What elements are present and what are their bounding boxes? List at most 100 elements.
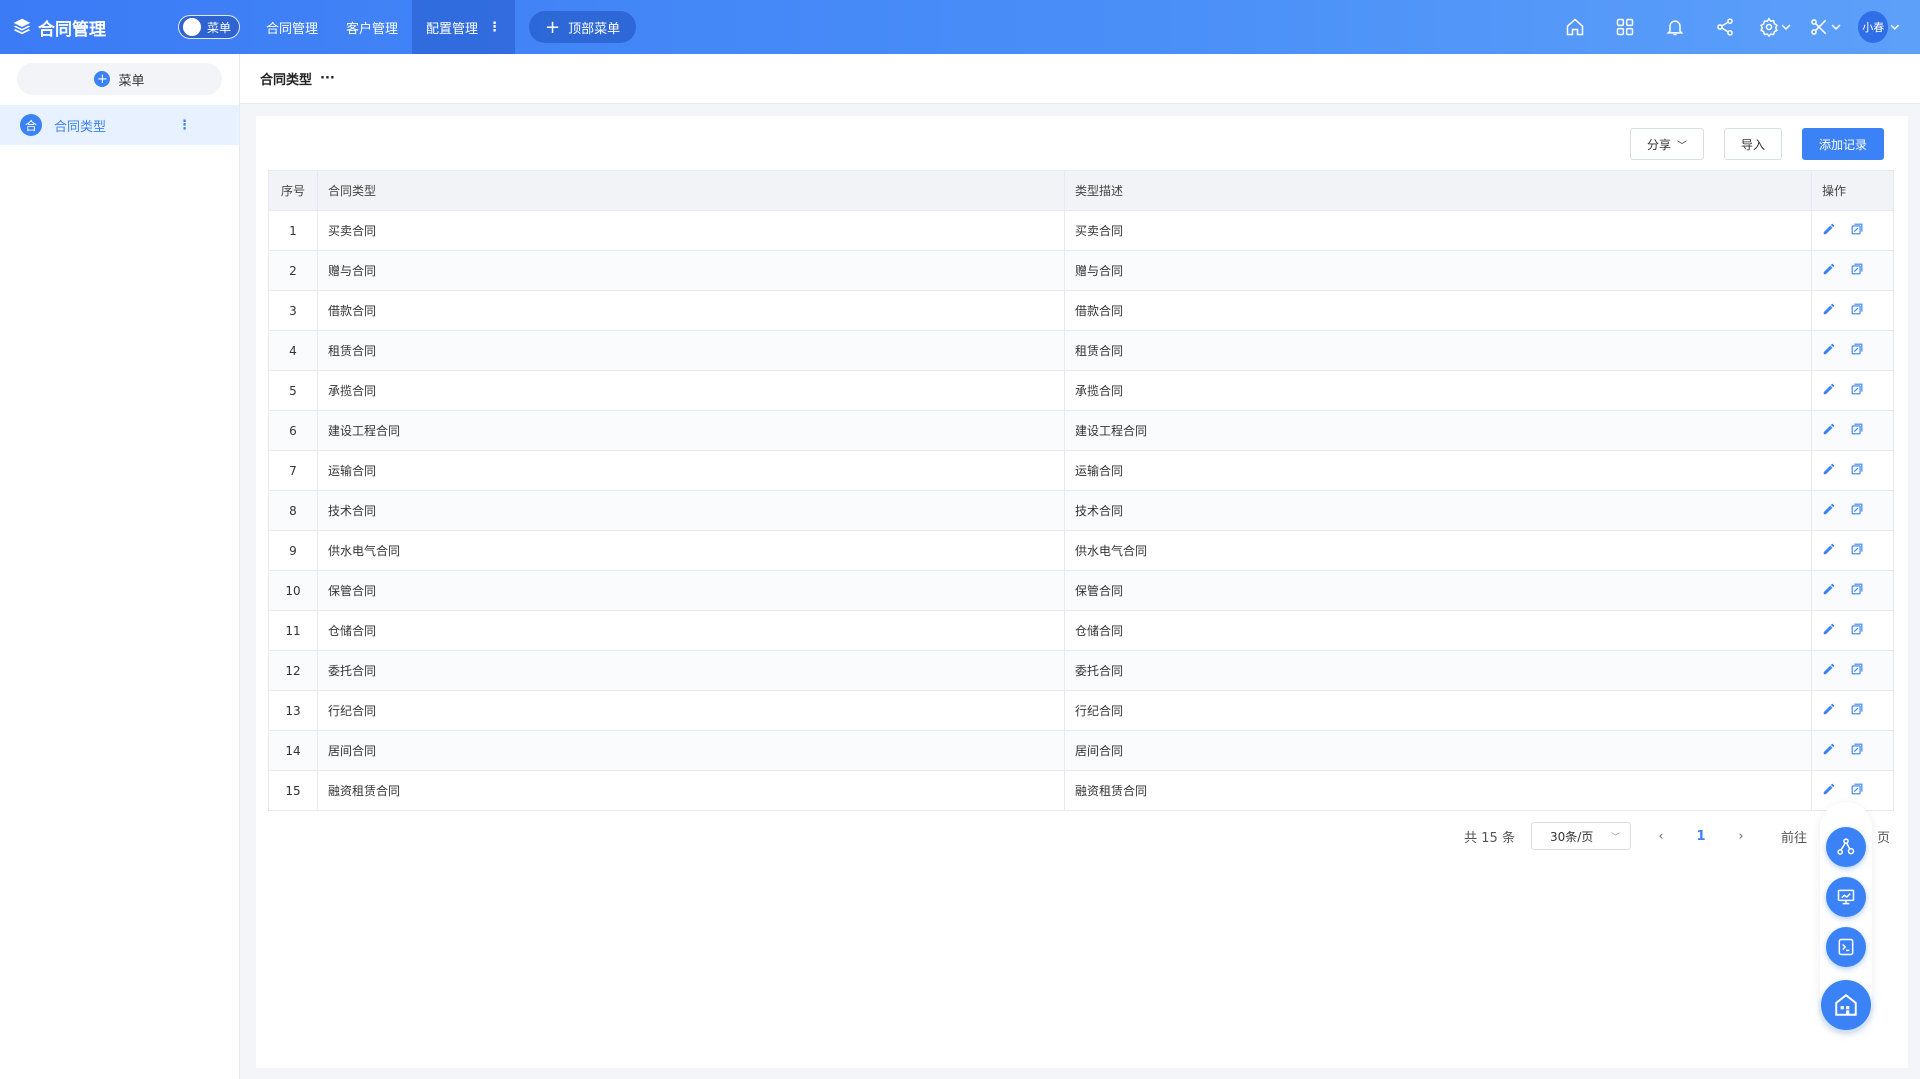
breadcrumb: 合同类型 ··· bbox=[240, 54, 1920, 104]
console-button[interactable] bbox=[1826, 927, 1866, 967]
edit-button[interactable] bbox=[1822, 582, 1836, 599]
table-row[interactable]: 2 赠与合同 赠与合同 bbox=[269, 251, 1893, 291]
copy-icon bbox=[1851, 703, 1863, 715]
copy-button[interactable] bbox=[1850, 382, 1864, 399]
edit-button[interactable] bbox=[1822, 742, 1836, 759]
type-description-cell: 供水电气合同 bbox=[1065, 531, 1812, 570]
share-dropdown-button[interactable]: 分享 ﹀ bbox=[1629, 128, 1704, 160]
column-header[interactable]: 序号 bbox=[269, 171, 318, 210]
nav-customer-management[interactable]: 客户管理 bbox=[332, 0, 412, 54]
add-record-button[interactable]: 添加记录 bbox=[1801, 128, 1884, 160]
table-row[interactable]: 15 融资租赁合同 融资租赁合同 bbox=[269, 771, 1893, 811]
home-button[interactable] bbox=[1550, 0, 1600, 54]
edit-button[interactable] bbox=[1822, 382, 1836, 399]
top-bar: 合同管理 菜单 合同管理 客户管理 配置管理 ⋮ + 顶部菜单 小春 bbox=[0, 0, 1920, 54]
copy-button[interactable] bbox=[1850, 222, 1864, 239]
type-description-cell: 建设工程合同 bbox=[1065, 411, 1812, 450]
table-row[interactable]: 13 行纪合同 行纪合同 bbox=[269, 691, 1893, 731]
copy-icon bbox=[1851, 263, 1863, 275]
edit-button[interactable] bbox=[1822, 662, 1836, 679]
settings-button[interactable] bbox=[1750, 0, 1800, 54]
edit-button[interactable] bbox=[1822, 502, 1836, 519]
edit-button[interactable] bbox=[1822, 222, 1836, 239]
edit-icon bbox=[1823, 663, 1835, 675]
share-button[interactable] bbox=[1700, 0, 1750, 54]
table-row[interactable]: 8 技术合同 技术合同 bbox=[269, 491, 1893, 531]
copy-button[interactable] bbox=[1850, 622, 1864, 639]
copy-button[interactable] bbox=[1850, 662, 1864, 679]
workflow-button[interactable] bbox=[1826, 827, 1866, 867]
import-button[interactable]: 导入 bbox=[1723, 128, 1782, 160]
table-row[interactable]: 11 仓储合同 仓储合同 bbox=[269, 611, 1893, 651]
copy-button[interactable] bbox=[1850, 462, 1864, 479]
copy-button[interactable] bbox=[1850, 342, 1864, 359]
nav-contract-management[interactable]: 合同管理 bbox=[252, 0, 332, 54]
edit-button[interactable] bbox=[1822, 702, 1836, 719]
table-body: 1 买卖合同 买卖合同 2 赠与合同 赠与合同 3 借款合同 借款合同 4 租赁合同 租赁合同 5 承揽合… bbox=[269, 211, 1893, 811]
table-row[interactable]: 3 借款合同 借款合同 bbox=[269, 291, 1893, 331]
next-page-button[interactable]: › bbox=[1721, 829, 1761, 844]
sidebar-item-contract-type[interactable]: 合 合同类型 ⋮ bbox=[0, 105, 239, 145]
contract-type-cell: 居间合同 bbox=[318, 731, 1065, 770]
edit-button[interactable] bbox=[1822, 422, 1836, 439]
edit-button[interactable] bbox=[1822, 622, 1836, 639]
dashboard-button[interactable] bbox=[1826, 877, 1866, 917]
apps-button[interactable] bbox=[1600, 0, 1650, 54]
table-row[interactable]: 7 运输合同 运输合同 bbox=[269, 451, 1893, 491]
copy-button[interactable] bbox=[1850, 422, 1864, 439]
edit-icon bbox=[1823, 783, 1835, 795]
more-vertical-icon[interactable]: ⋮ bbox=[178, 118, 191, 133]
row-number: 15 bbox=[269, 771, 318, 810]
table-row[interactable]: 6 建设工程合同 建设工程合同 bbox=[269, 411, 1893, 451]
table-row[interactable]: 9 供水电气合同 供水电气合同 bbox=[269, 531, 1893, 571]
edit-icon bbox=[1823, 623, 1835, 635]
notifications-button[interactable] bbox=[1650, 0, 1700, 54]
copy-button[interactable] bbox=[1850, 262, 1864, 279]
copy-button[interactable] bbox=[1850, 582, 1864, 599]
nav-config-management[interactable]: 配置管理 ⋮ bbox=[412, 0, 516, 54]
edit-button[interactable] bbox=[1822, 342, 1836, 359]
actions-cell bbox=[1812, 331, 1893, 370]
more-vertical-icon[interactable]: ⋮ bbox=[488, 20, 501, 35]
more-horizontal-icon[interactable]: ··· bbox=[320, 71, 335, 86]
row-number: 3 bbox=[269, 291, 318, 330]
menu-toggle[interactable]: 菜单 bbox=[178, 15, 240, 39]
edit-button[interactable] bbox=[1822, 262, 1836, 279]
edit-button[interactable] bbox=[1822, 782, 1836, 799]
table-row[interactable]: 1 买卖合同 买卖合同 bbox=[269, 211, 1893, 251]
user-menu[interactable]: 小春 bbox=[1850, 0, 1900, 54]
actions-cell bbox=[1812, 251, 1893, 290]
copy-button[interactable] bbox=[1850, 782, 1864, 799]
copy-button[interactable] bbox=[1850, 542, 1864, 559]
copy-button[interactable] bbox=[1850, 702, 1864, 719]
home-fab-button[interactable] bbox=[1821, 980, 1871, 1030]
edit-button[interactable] bbox=[1822, 462, 1836, 479]
current-page[interactable]: 1 bbox=[1681, 829, 1721, 844]
actions-cell bbox=[1812, 371, 1893, 410]
column-header[interactable]: 类型描述 bbox=[1065, 171, 1812, 210]
row-number: 11 bbox=[269, 611, 318, 650]
copy-button[interactable] bbox=[1850, 502, 1864, 519]
type-description-cell: 借款合同 bbox=[1065, 291, 1812, 330]
table-row[interactable]: 10 保管合同 保管合同 bbox=[269, 571, 1893, 611]
copy-button[interactable] bbox=[1850, 302, 1864, 319]
menu-toggle-label: 菜单 bbox=[207, 20, 232, 35]
edit-button[interactable] bbox=[1822, 302, 1836, 319]
table-row[interactable]: 5 承揽合同 承揽合同 bbox=[269, 371, 1893, 411]
table-row[interactable]: 12 委托合同 委托合同 bbox=[269, 651, 1893, 691]
table-row[interactable]: 14 居间合同 居间合同 bbox=[269, 731, 1893, 771]
contract-type-cell: 仓储合同 bbox=[318, 611, 1065, 650]
actions-cell bbox=[1812, 691, 1893, 730]
add-top-menu-button[interactable]: + 顶部菜单 bbox=[529, 11, 637, 43]
contract-type-cell: 运输合同 bbox=[318, 451, 1065, 490]
column-header[interactable]: 合同类型 bbox=[318, 171, 1065, 210]
tools-button[interactable] bbox=[1800, 0, 1850, 54]
app-logo[interactable]: 合同管理 bbox=[12, 15, 162, 40]
sidebar-add-menu-button[interactable]: + 菜单 bbox=[17, 63, 222, 95]
edit-icon bbox=[1823, 223, 1835, 235]
page-size-select[interactable]: 30条/页 ﹀ bbox=[1530, 822, 1631, 850]
prev-page-button[interactable]: ‹ bbox=[1641, 829, 1681, 844]
copy-button[interactable] bbox=[1850, 742, 1864, 759]
table-row[interactable]: 4 租赁合同 租赁合同 bbox=[269, 331, 1893, 371]
edit-button[interactable] bbox=[1822, 542, 1836, 559]
